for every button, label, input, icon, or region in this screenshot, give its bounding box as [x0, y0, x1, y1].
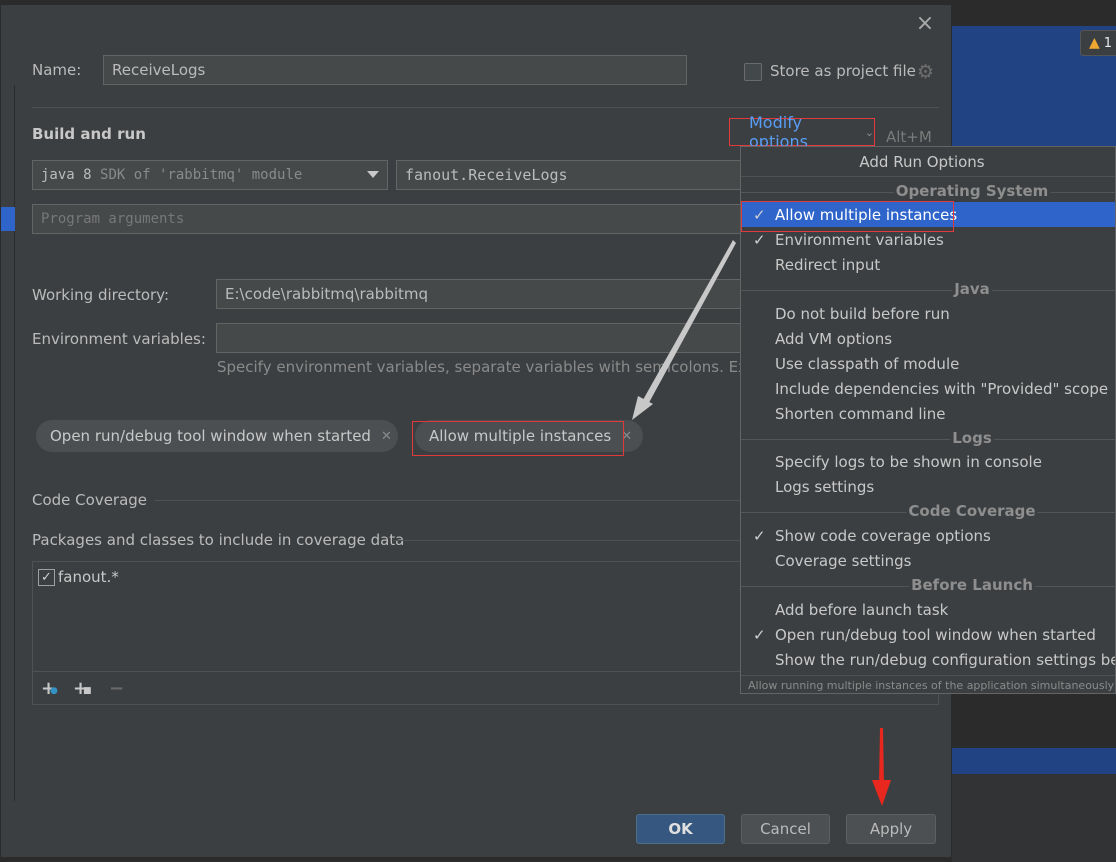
menu-item-label: Logs settings [775, 477, 875, 496]
menu-item-logs-settings[interactable]: Logs settings [741, 474, 1115, 499]
modify-options-shortcut: Alt+M [886, 128, 932, 146]
environment-variables-field[interactable] [216, 323, 756, 353]
remove-icon[interactable]: − [109, 678, 124, 699]
group-java: Java [741, 280, 1115, 300]
divider [155, 500, 745, 501]
menu-item-label: Include dependencies with "Provided" sco… [775, 379, 1109, 398]
menu-item-label: Use classpath of module [775, 354, 960, 373]
menu-item-label: Add before launch task [775, 600, 949, 619]
menu-item-label: Redirect input [775, 255, 881, 274]
menu-item-include-dependencies[interactable]: Include dependencies with "Provided" sco… [741, 376, 1115, 401]
main-class-field[interactable]: fanout.ReceiveLogs [396, 160, 756, 190]
store-as-project-checkbox[interactable] [744, 63, 762, 81]
dropdown-arrow-icon [367, 171, 379, 178]
build-and-run-heading: Build and run [32, 125, 146, 143]
group-operating-system: Operating System [741, 182, 1115, 202]
group-label: Code Coverage [906, 502, 1038, 520]
group-label: Java [952, 280, 992, 298]
chip-label: Open run/debug tool window when started [50, 427, 371, 445]
close-icon[interactable]: ✕ [381, 429, 392, 444]
menu-item-label: Open run/debug tool window when started [775, 625, 1096, 644]
menu-item-label: Add VM options [775, 329, 893, 348]
add-package-icon[interactable]: + ■ [73, 678, 92, 699]
popup-title: Add Run Options [741, 147, 1115, 177]
group-logs: Logs [741, 429, 1115, 449]
environment-variables-hint: Specify environment variables, separate … [217, 358, 742, 376]
menu-item-shorten-command-line[interactable]: Shorten command line [741, 401, 1115, 426]
ide-panel [952, 774, 1116, 862]
configuration-tree[interactable] [1, 85, 15, 801]
menu-item-label: Environment variables [775, 230, 944, 249]
sdk-description: SDK of 'rabbitmq' module [100, 167, 303, 183]
warning-count: 1 [1103, 35, 1113, 51]
close-icon[interactable]: × [913, 13, 937, 37]
chevron-down-icon: ⌄ [864, 125, 874, 139]
packages-heading: Packages and classes to include in cover… [32, 531, 405, 549]
menu-item-add-vm-options[interactable]: Add VM options [741, 326, 1115, 351]
modify-options-button[interactable]: Modify options ⌄ [729, 113, 875, 151]
group-before-launch: Before Launch [741, 576, 1115, 596]
group-label: Operating System [893, 182, 1051, 200]
sdk-select[interactable]: java 8 SDK of 'rabbitmq' module [32, 160, 388, 190]
menu-item-label: Show the run/debug configuration setting… [775, 650, 1115, 669]
menu-item-coverage-settings[interactable]: Coverage settings [741, 548, 1115, 573]
check-icon: ✓ [753, 625, 766, 644]
warning-badge[interactable]: ▲ 1 [1080, 30, 1116, 56]
package-item-label[interactable]: fanout.* [58, 568, 119, 586]
menu-item-show-settings-before-start[interactable]: Show the run/debug configuration setting… [741, 647, 1115, 672]
group-label: Logs [950, 429, 994, 447]
group-code-coverage: Code Coverage [741, 502, 1115, 522]
group-label: Before Launch [909, 576, 1035, 594]
popup-description: Allow running multiple instances of the … [741, 675, 1115, 693]
working-directory-field[interactable]: E:\code\rabbitmq\rabbitmq [216, 279, 756, 309]
apply-button[interactable]: Apply [846, 814, 936, 844]
program-arguments-field[interactable]: Program arguments [32, 204, 752, 234]
sdk-name: java 8 [41, 167, 92, 183]
menu-item-label: Coverage settings [775, 551, 912, 570]
chip-open-tool-window[interactable]: Open run/debug tool window when started … [36, 420, 398, 452]
menu-item-show-coverage-options[interactable]: ✓ Show code coverage options [741, 523, 1115, 548]
divider [393, 540, 745, 541]
menu-item-do-not-build[interactable]: Do not build before run [741, 301, 1115, 326]
working-directory-label: Working directory: [32, 286, 170, 304]
menu-item-use-classpath[interactable]: Use classpath of module [741, 351, 1115, 376]
gear-icon[interactable]: ⚙ [917, 61, 934, 83]
menu-item-redirect-input[interactable]: Redirect input [741, 252, 1115, 277]
menu-item-label: Shorten command line [775, 404, 946, 423]
menu-item-label: Specify logs to be shown in console [775, 452, 1042, 471]
annotation-highlight-box [412, 421, 624, 456]
environment-variables-label: Environment variables: [32, 330, 206, 348]
check-icon: ✓ [753, 230, 766, 249]
package-checkbox[interactable]: ✓ [38, 569, 55, 586]
divider [32, 107, 939, 108]
group-line [741, 290, 1115, 291]
group-line [741, 439, 1115, 440]
annotation-highlight-box [741, 201, 954, 232]
check-icon: ✓ [753, 526, 766, 545]
store-as-project-label[interactable]: Store as project file [770, 62, 916, 80]
tree-selection[interactable] [1, 207, 15, 231]
name-field[interactable]: ReceiveLogs [103, 55, 687, 85]
menu-item-label: Show code coverage options [775, 526, 991, 545]
ok-button[interactable]: OK [636, 814, 725, 844]
name-label: Name: [32, 61, 82, 79]
menu-item-specify-logs[interactable]: Specify logs to be shown in console [741, 449, 1115, 474]
code-coverage-heading: Code Coverage [32, 491, 148, 509]
warning-icon: ▲ [1089, 35, 1100, 51]
add-class-icon[interactable]: + ● [41, 678, 58, 699]
ide-selection-bar [952, 748, 1116, 774]
cancel-button[interactable]: Cancel [741, 814, 830, 844]
menu-item-add-before-launch[interactable]: Add before launch task [741, 597, 1115, 622]
menu-item-label: Do not build before run [775, 304, 950, 323]
menu-item-open-tool-window[interactable]: ✓ Open run/debug tool window when started [741, 622, 1115, 647]
